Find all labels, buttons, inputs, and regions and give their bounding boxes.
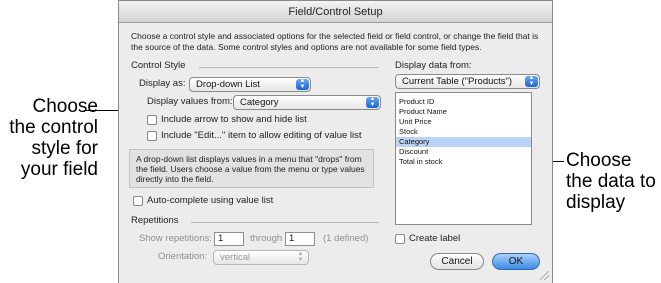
values-from-popup[interactable]: Category ▲ ▼ bbox=[233, 95, 381, 110]
orientation-value: vertical bbox=[220, 252, 251, 263]
display-data-from-label: Display data from: bbox=[395, 60, 472, 71]
create-label-checkbox[interactable] bbox=[395, 234, 405, 244]
field-control-setup-dialog: Field/Control Setup Choose a control sty… bbox=[118, 0, 553, 283]
display-as-popup[interactable]: Drop-down List ▲ ▼ bbox=[189, 77, 311, 92]
table-popup[interactable]: Current Table ("Products") ▲ ▼ bbox=[395, 74, 540, 89]
callout-left-line bbox=[84, 110, 118, 111]
display-as-label: Display as: bbox=[139, 78, 186, 89]
create-label-text[interactable]: Create label bbox=[409, 233, 460, 244]
popup-arrows-icon: ▲ ▼ bbox=[366, 96, 379, 108]
popup-arrows-icon: ▲ ▼ bbox=[297, 251, 304, 263]
control-style-heading: Control Style bbox=[131, 60, 186, 71]
values-from-label: Display values from: bbox=[147, 96, 233, 107]
arrow-checkbox[interactable] bbox=[147, 115, 157, 125]
show-repetitions-label: Show repetitions: bbox=[139, 233, 212, 244]
control-style-divider bbox=[199, 67, 379, 68]
field-list-item[interactable]: Product Name bbox=[396, 107, 531, 117]
repetitions-divider bbox=[191, 222, 379, 223]
callout-display-data: Choose the data to display bbox=[566, 150, 656, 213]
orientation-popup[interactable]: vertical ▲ ▼ bbox=[213, 250, 309, 265]
popup-arrows-icon: ▲ ▼ bbox=[525, 75, 538, 87]
field-list-item[interactable]: Discount bbox=[396, 147, 531, 157]
callout-control-style: Choose the control style for your field bbox=[9, 96, 98, 180]
autocomplete-checkbox-label[interactable]: Auto-complete using value list bbox=[147, 195, 273, 206]
arrow-checkbox-label[interactable]: Include arrow to show and hide list bbox=[161, 114, 307, 125]
orientation-label: Orientation: bbox=[158, 251, 208, 262]
resize-grip-icon[interactable] bbox=[540, 271, 549, 280]
edit-item-checkbox[interactable] bbox=[147, 131, 157, 141]
control-style-description: A drop-down list displays values in a me… bbox=[129, 149, 374, 188]
field-list[interactable]: Product ID Product Name Unit Price Stock… bbox=[395, 92, 532, 225]
through-label: through bbox=[250, 233, 283, 244]
repetitions-heading: Repetitions bbox=[131, 215, 179, 226]
values-from-value: Category bbox=[240, 97, 279, 108]
table-value: Current Table ("Products") bbox=[402, 76, 513, 87]
display-as-value: Drop-down List bbox=[196, 79, 260, 90]
field-list-item[interactable]: Unit Price bbox=[396, 117, 531, 127]
repetitions-through-field[interactable]: 1 bbox=[285, 232, 315, 246]
field-list-item[interactable]: Product ID bbox=[396, 97, 531, 107]
cancel-button[interactable]: Cancel bbox=[430, 253, 484, 270]
repetitions-from-field[interactable]: 1 bbox=[214, 232, 244, 246]
popup-arrows-icon: ▲ ▼ bbox=[296, 78, 309, 90]
field-list-item[interactable]: Stock bbox=[396, 127, 531, 137]
field-list-item-selected[interactable]: Category bbox=[396, 137, 531, 147]
field-list-item[interactable]: Total in stock bbox=[396, 157, 531, 167]
dialog-intro-text: Choose a control style and associated op… bbox=[131, 31, 539, 52]
dialog-title[interactable]: Field/Control Setup bbox=[119, 1, 552, 23]
defined-count-label: (1 defined) bbox=[323, 233, 369, 244]
ok-button[interactable]: OK bbox=[492, 253, 540, 270]
edit-item-checkbox-label[interactable]: Include "Edit..." item to allow editing … bbox=[161, 130, 362, 141]
autocomplete-checkbox[interactable] bbox=[133, 196, 143, 206]
